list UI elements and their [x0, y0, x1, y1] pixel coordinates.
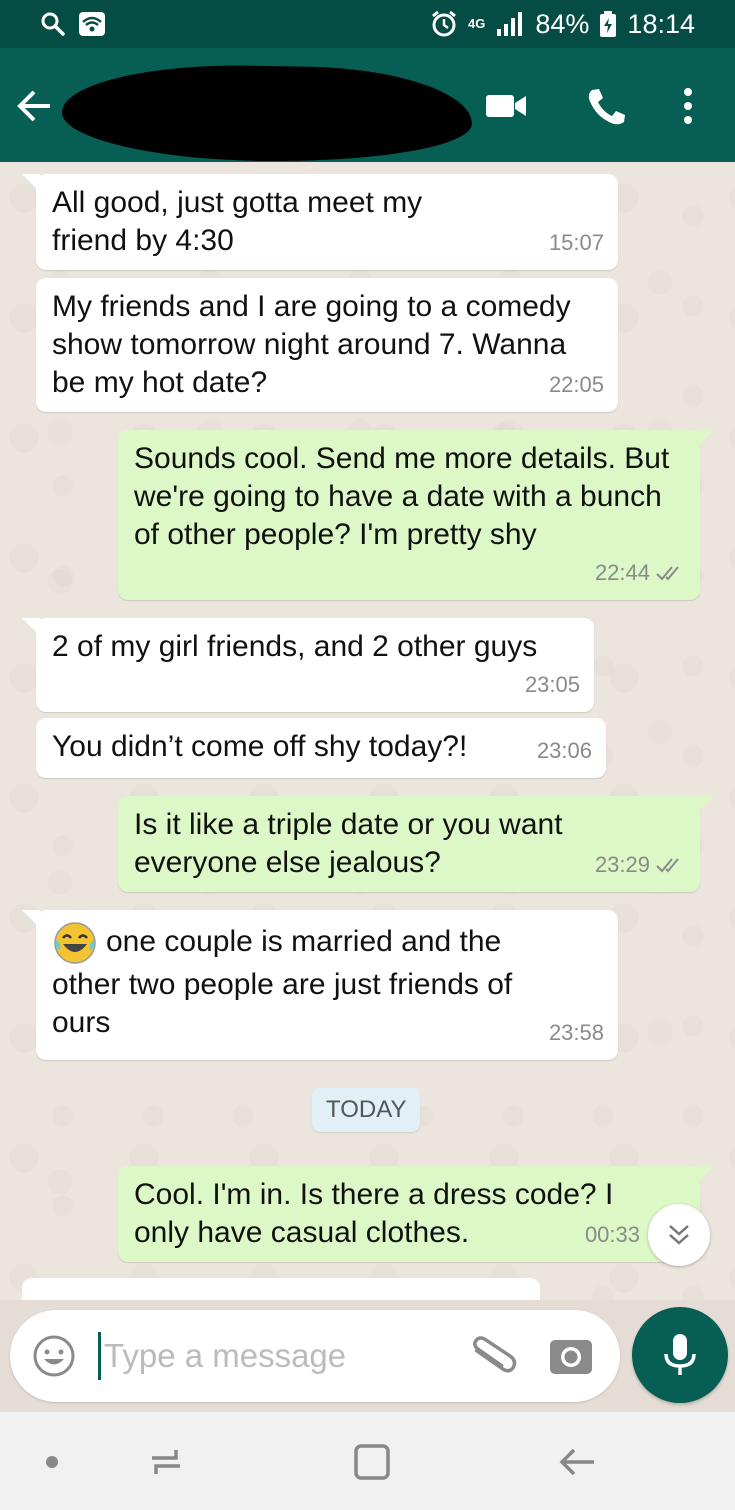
message-meta: 22:44: [595, 554, 686, 592]
message-text: All good, just gotta meet my friend by 4…: [52, 186, 423, 257]
battery-icon: [600, 11, 617, 37]
message-outgoing[interactable]: Cool. I'm in. Is there a dress code? I o…: [118, 1166, 714, 1262]
camera-icon[interactable]: [548, 1334, 594, 1378]
message-text: 2 of my girl friends, and 2 other guys: [52, 630, 538, 663]
message-outgoing[interactable]: Sounds cool. Send me more details. But w…: [118, 430, 714, 600]
message-text: one couple is married and the other two …: [52, 920, 522, 1042]
message-text: Sounds cool. Send me more details. But w…: [134, 442, 670, 551]
alarm-icon: [432, 10, 456, 37]
more-vert-icon[interactable]: [668, 86, 708, 126]
network-type: 4G: [468, 16, 486, 31]
clock: 18:14: [627, 8, 695, 39]
signal-icon: [497, 12, 523, 36]
message-composer: [10, 1310, 620, 1402]
emoji-icon[interactable]: [32, 1334, 76, 1378]
message-time: 23:06: [536, 738, 592, 763]
nav-dot-icon[interactable]: [42, 1442, 62, 1482]
wifi-icon: [79, 12, 105, 36]
battery-percent: 84%: [535, 8, 590, 39]
message-time: 23:58: [548, 1020, 604, 1045]
message-text: My friends and I are going to a comedy s…: [52, 290, 571, 399]
message-text: You didn’t come off shy today?!: [52, 730, 468, 763]
recent-apps-icon[interactable]: [146, 1442, 186, 1482]
message-text: Is it like a triple date or you want eve…: [134, 808, 563, 879]
message-time: 22:05: [548, 372, 604, 397]
message-time: 00:33: [584, 1222, 640, 1247]
chat-area[interactable]: All good, just gotta meet my friend by 4…: [0, 162, 735, 1300]
date-divider: TODAY: [312, 1088, 421, 1132]
message-meta: 23:29: [595, 846, 686, 884]
message-incoming[interactable]: one couple is married and the other two …: [22, 910, 618, 1060]
laughing-tears-emoji: [54, 922, 96, 964]
system-nav-bar: [0, 1412, 735, 1510]
message-time: 23:29: [594, 852, 650, 877]
message-incoming[interactable]: My friends and I are going to a comedy s…: [36, 278, 618, 412]
search-icon: [41, 12, 65, 36]
message-input[interactable]: [104, 1330, 444, 1382]
message-text-body: one couple is married and the other two …: [52, 924, 513, 1039]
message-time: 23:05: [524, 672, 580, 697]
home-icon[interactable]: [352, 1442, 392, 1482]
back-nav-icon[interactable]: [556, 1442, 596, 1482]
message-incoming[interactable]: All good, just gotta meet my friend by 4…: [22, 174, 618, 270]
double-check-icon: [656, 858, 679, 873]
scroll-to-bottom-button[interactable]: [648, 1204, 710, 1266]
message-incoming-partial[interactable]: [22, 1278, 540, 1300]
attach-icon[interactable]: [468, 1334, 518, 1380]
message-incoming[interactable]: You didn’t come off shy today?! 23:06: [36, 718, 606, 778]
double-check-icon: [656, 566, 679, 581]
status-bar: 4G 84% 18:14: [0, 0, 735, 48]
phone-icon[interactable]: [584, 86, 628, 126]
double-chevron-down-icon: [669, 1225, 689, 1245]
chat-header: [0, 48, 735, 165]
back-arrow-icon[interactable]: [14, 86, 54, 126]
voice-message-button[interactable]: [632, 1307, 728, 1403]
contact-name-redacted[interactable]: [61, 62, 473, 165]
message-time: 22:44: [594, 560, 650, 585]
message-outgoing[interactable]: Is it like a triple date or you want eve…: [118, 796, 714, 892]
video-call-icon[interactable]: [484, 86, 528, 126]
message-time: 15:07: [548, 230, 604, 255]
text-caret: [98, 1332, 101, 1380]
message-incoming[interactable]: 2 of my girl friends, and 2 other guys 2…: [22, 618, 594, 712]
microphone-icon: [664, 1334, 696, 1375]
